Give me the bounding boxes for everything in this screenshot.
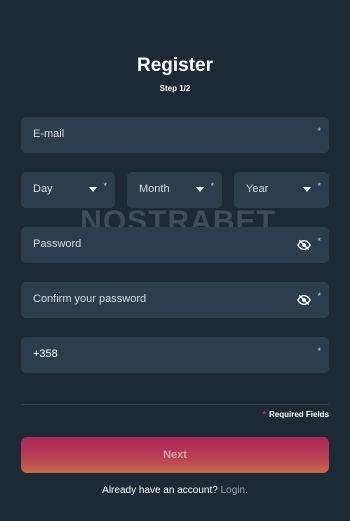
required-star: * <box>262 410 266 419</box>
required-fields-text: Required Fields <box>268 410 329 419</box>
login-prompt: Already have an account? Login. <box>0 485 350 496</box>
required-marker: * <box>317 346 321 356</box>
month-label: Month <box>139 183 170 195</box>
confirm-password-field[interactable]: Confirm your password * <box>21 282 329 318</box>
next-button[interactable]: Next <box>21 437 329 473</box>
confirm-password-label: Confirm your password <box>33 293 147 305</box>
required-marker: * <box>317 181 321 191</box>
eye-off-icon[interactable] <box>297 238 311 252</box>
login-prompt-text: Already have an account? <box>102 485 218 496</box>
phone-field[interactable]: +358 * <box>21 337 329 373</box>
required-marker: * <box>103 181 107 191</box>
chevron-down-icon <box>196 187 204 192</box>
chevron-down-icon <box>303 187 311 192</box>
email-label: E-mail <box>33 128 65 140</box>
chevron-down-icon <box>89 187 97 192</box>
eye-off-icon[interactable] <box>297 293 311 307</box>
required-fields-note: * Required Fields <box>263 410 329 419</box>
step-indicator: Step 1/2 <box>159 84 191 93</box>
password-field[interactable]: Password * <box>21 227 329 263</box>
required-marker: * <box>317 126 321 136</box>
email-field[interactable]: E-mail * <box>21 117 329 153</box>
login-link[interactable]: Login. <box>221 485 248 496</box>
phone-value: +358 <box>33 348 58 360</box>
divider <box>21 404 329 405</box>
day-select[interactable]: Day * <box>21 172 115 208</box>
page-title: Register <box>136 55 214 76</box>
required-marker: * <box>317 236 321 246</box>
password-label: Password <box>33 238 82 250</box>
month-select[interactable]: Month * <box>127 172 222 208</box>
year-select[interactable]: Year * <box>234 172 329 208</box>
required-marker: * <box>210 181 214 191</box>
year-label: Year <box>246 183 269 195</box>
required-marker: * <box>317 291 321 301</box>
day-label: Day <box>33 183 53 195</box>
